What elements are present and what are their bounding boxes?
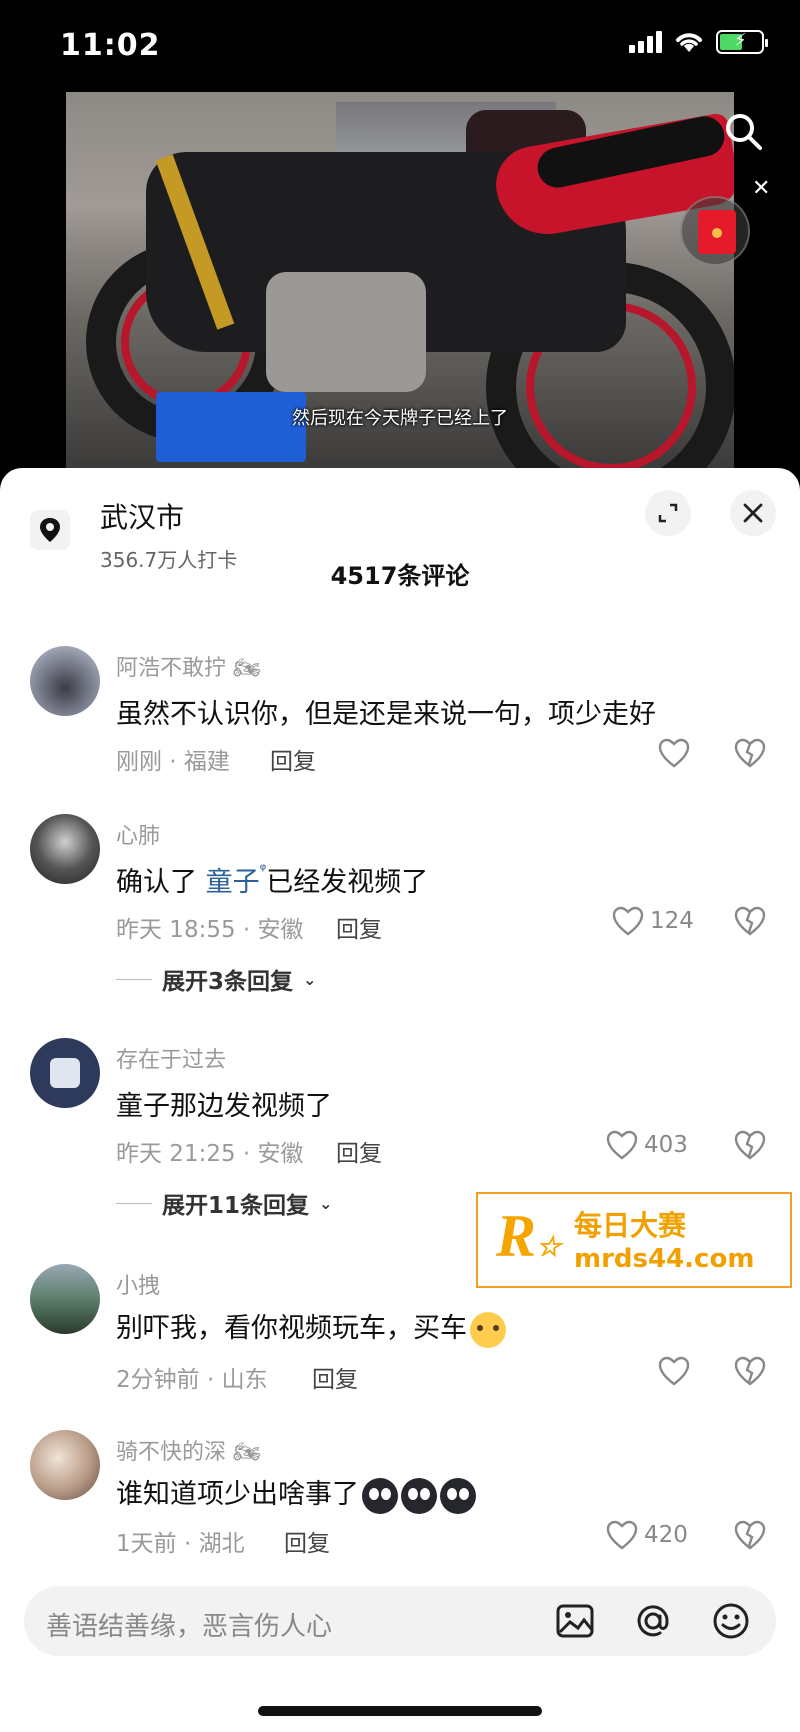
avatar[interactable] [30,1430,100,1500]
crying-emoji [470,1311,506,1348]
heart-icon [612,906,644,936]
cellular-signal-icon [629,31,662,53]
reply-button[interactable]: 回复 [270,742,316,776]
motorcycle-icon: 🏍 [233,656,261,681]
like-button[interactable] [658,1356,690,1386]
watermark-url: mrds44.com [574,1244,755,1274]
like-count: 403 [644,1132,688,1158]
image-icon[interactable] [554,1600,596,1642]
heart-icon [658,1356,690,1386]
close-icon [743,503,763,523]
chevron-down-icon: ⌄ [303,969,317,989]
comment-count: 4517条评论 [330,562,470,590]
close-sheet-button[interactable] [730,490,776,536]
comment-text: 虽然不认识你，但是还是来说一句，项少走好 [116,699,656,730]
dislike-icon[interactable] [734,1356,766,1386]
comment-meta: 昨天 21:25 · 安徽 [116,1141,304,1167]
motorcycle-icon: 🏍 [233,1440,261,1465]
avatar[interactable] [30,1264,100,1334]
reply-button[interactable]: 回复 [312,1360,358,1394]
expand-icon [658,503,678,523]
location-pin-icon [40,518,60,542]
watermark-title: 每日大赛 [574,1209,687,1242]
chevron-down-icon: ⌄ [319,1193,333,1213]
red-packet-icon[interactable] [680,196,750,266]
reply-button[interactable]: 回复 [336,910,382,944]
comment-input[interactable]: 善语结善缘，恶言伤人心 [24,1586,776,1656]
emoji-icon[interactable] [710,1600,752,1642]
status-bar: 11:02 ⚡ [0,0,800,92]
comment-meta: 1天前 · 湖北 [116,1531,245,1557]
location-title: 武汉市 [100,501,185,534]
comment-text: 谁知道项少出啥事了 [116,1472,476,1514]
comment-author[interactable]: 阿浩不敢拧 🏍 [116,650,261,682]
dislike-icon[interactable] [734,906,766,936]
expand-replies-button[interactable]: 展开3条回复 ⌄ [116,962,316,996]
heart-icon [658,738,690,768]
comment-text: 童子那边发视频了 [116,1091,332,1122]
like-button[interactable]: 420 [606,1520,688,1550]
comment-author[interactable]: 骑不快的深 🏍 [116,1434,261,1466]
expand-replies-button[interactable]: 展开11条回复 ⌄ [116,1186,332,1220]
like-button[interactable]: 403 [606,1130,688,1160]
dislike-icon[interactable] [734,1130,766,1160]
watermark-logo: R☆ [496,1203,562,1269]
shocked-emoji [440,1477,476,1514]
shocked-emoji [401,1477,437,1514]
watermark-banner: R☆ 每日大赛 mrds44.com [476,1192,792,1288]
comment-author[interactable]: 心肺 [116,818,160,850]
avatar[interactable] [30,646,100,716]
like-button[interactable] [658,738,690,768]
wifi-icon [676,33,702,52]
avatar[interactable] [30,814,100,884]
status-icons: ⚡ [629,30,768,54]
comment-text: 确认了 童子ᵠ已经发视频了 [116,860,429,898]
video-player[interactable]: 然后现在今天牌子已经上了 [66,92,734,470]
dislike-icon[interactable] [734,1520,766,1550]
like-button[interactable]: 124 [612,906,694,936]
reply-button[interactable]: 回复 [336,1134,382,1168]
dislike-icon[interactable] [734,738,766,768]
comment-input-placeholder: 善语结善缘，恶言伤人心 [46,1612,333,1642]
heart-icon [606,1520,638,1550]
comment-author[interactable]: 小拽 [116,1268,160,1300]
comment-meta: 昨天 18:55 · 安徽 [116,917,304,943]
battery-icon: ⚡ [716,30,768,54]
at-mention-icon[interactable] [632,1600,674,1642]
comment-author[interactable]: 存在于过去 [116,1042,226,1074]
home-indicator[interactable] [258,1706,542,1716]
search-icon[interactable] [722,110,766,154]
close-icon[interactable]: ✕ [752,176,770,201]
expand-button[interactable] [645,490,691,536]
video-subtitle: 然后现在今天牌子已经上了 [292,408,508,429]
like-count: 420 [644,1522,688,1548]
reply-button[interactable]: 回复 [284,1524,330,1558]
heart-icon [606,1130,638,1160]
comment-meta: 刚刚 · 福建 [116,749,230,775]
like-count: 124 [650,908,694,934]
comment-text: 别吓我，看你视频玩车，买车 [116,1306,506,1348]
status-time: 11:02 [60,28,161,63]
shocked-emoji [362,1477,398,1514]
mention-link[interactable]: 童子 [206,867,260,898]
avatar[interactable] [30,1038,100,1108]
comment-meta: 2分钟前 · 山东 [116,1367,268,1393]
